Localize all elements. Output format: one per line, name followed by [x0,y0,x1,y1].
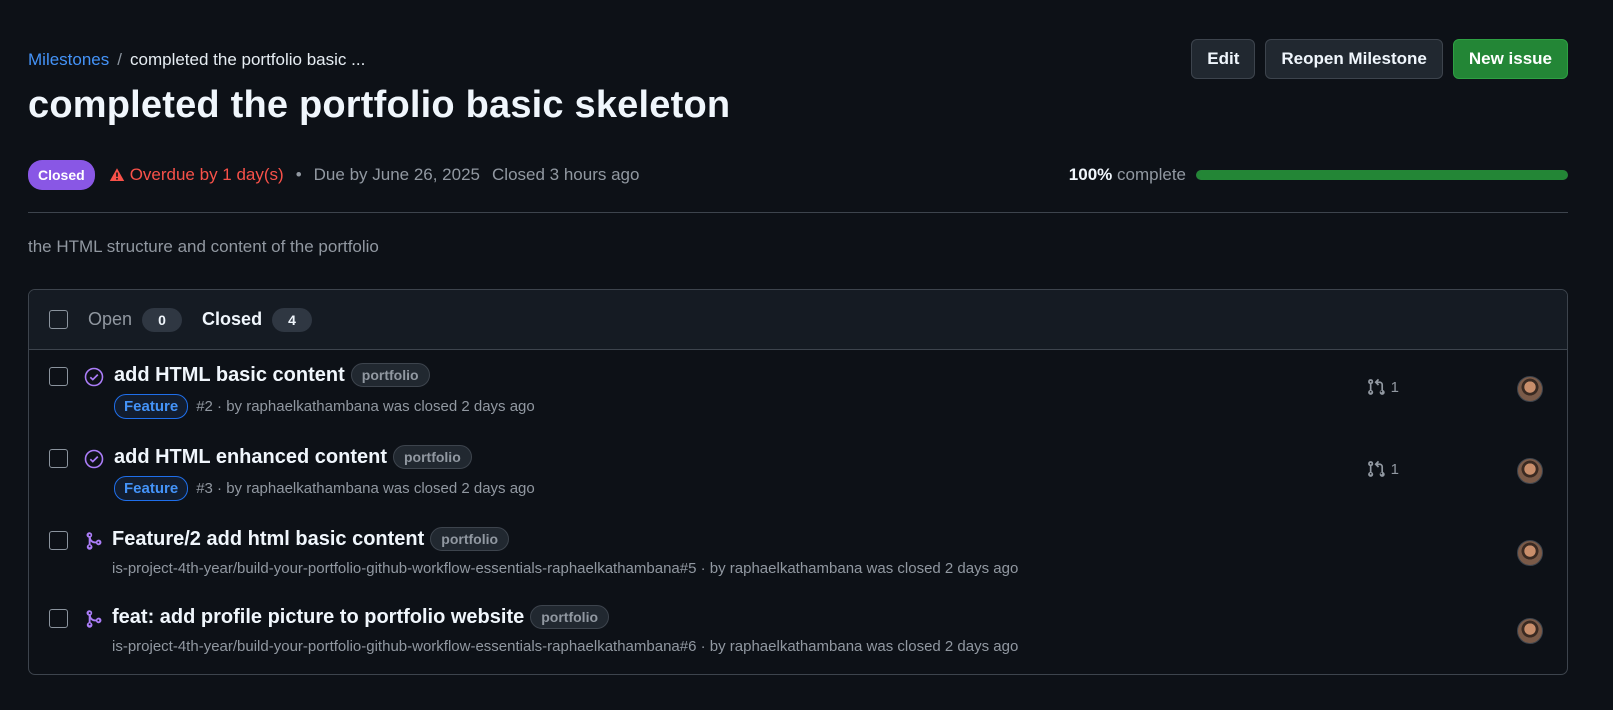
overdue-text: Overdue by 1 day(s) [129,165,284,184]
git-merge-icon [83,608,105,630]
label-portfolio[interactable]: portfolio [350,363,430,387]
breadcrumb-milestones-link[interactable]: Milestones [28,50,109,70]
progress-bar [1196,170,1568,180]
issue-title-link[interactable]: add HTML enhanced content [114,446,387,469]
git-pull-request-icon [1367,460,1385,477]
avatar[interactable] [1517,376,1543,402]
progress-percent: 100% [1068,165,1113,184]
pull-request-title-link[interactable]: feat: add profile picture to portfolio w… [112,606,524,629]
list-item: feat: add profile picture to portfolio w… [29,592,1567,670]
avatar[interactable] [1517,618,1543,644]
issue-type-tag[interactable]: Feature [114,394,189,419]
linked-pull-requests[interactable]: 1 [1367,378,1399,396]
status-badge: Closed [28,160,95,190]
tab-closed-count: 4 [272,307,313,332]
progress-suffix: complete [1117,165,1186,184]
closed-time: Closed 3 hours ago [492,165,640,184]
git-pull-request-icon [1367,378,1385,395]
header-actions: Edit Reopen Milestone New issue [1191,39,1568,79]
issue-list: Open 0 Closed 4 add HTML basic content p… [28,289,1568,675]
avatar[interactable] [1517,540,1543,566]
label-portfolio[interactable]: portfolio [430,527,510,551]
list-item: add HTML basic content portfolio Feature… [29,350,1567,432]
git-merge-icon [83,530,105,552]
select-all-checkbox[interactable] [49,310,68,329]
label-portfolio[interactable]: portfolio [392,445,472,469]
milestone-description: the HTML structure and content of the po… [28,237,379,256]
overdue-notice: Overdue by 1 day(s) [109,165,284,185]
issue-closed-icon [83,448,105,470]
row-checkbox[interactable] [49,609,68,628]
tab-open-count: 0 [142,307,183,332]
issue-list-header: Open 0 Closed 4 [29,290,1567,350]
label-portfolio[interactable]: portfolio [530,605,610,629]
due-date: Due by June 26, 2025 [313,165,481,184]
pull-request-meta: is-project-4th-year/build-your-portfolio… [112,560,1019,577]
issue-meta: #2 · by raphaelkathambana was closed 2 d… [196,398,535,415]
breadcrumb-separator: / [117,50,122,69]
issue-title-link[interactable]: add HTML basic content [114,364,345,387]
linked-pr-count: 1 [1390,460,1399,478]
issue-meta: #3 · by raphaelkathambana was closed 2 d… [196,480,535,497]
tab-closed[interactable]: Closed 4 [202,307,313,332]
tab-closed-label: Closed [202,309,263,329]
breadcrumb-current: completed the portfolio basic ... [130,50,366,69]
issue-type-tag[interactable]: Feature [114,476,189,501]
breadcrumb: Milestones / completed the portfolio bas… [28,50,365,70]
reopen-milestone-button[interactable]: Reopen Milestone [1265,39,1443,79]
issue-closed-icon [83,366,105,388]
milestone-meta: Closed Overdue by 1 day(s) • Due by June… [28,160,639,190]
divider [28,212,1568,213]
row-checkbox[interactable] [49,367,68,386]
tab-open[interactable]: Open 0 [88,307,183,332]
list-item: Feature/2 add html basic content portfol… [29,514,1567,592]
progress-summary: 100% complete [1069,160,1568,190]
pull-request-title-link[interactable]: Feature/2 add html basic content [112,528,424,551]
row-checkbox[interactable] [49,449,68,468]
row-checkbox[interactable] [49,531,68,550]
new-issue-button[interactable]: New issue [1452,39,1568,79]
alert-icon [109,168,124,181]
avatar[interactable] [1517,458,1543,484]
linked-pr-count: 1 [1390,378,1399,396]
list-item: add HTML enhanced content portfolio Feat… [29,432,1567,514]
page-title: completed the portfolio basic skeleton [28,84,731,126]
tab-open-label: Open [88,309,133,329]
linked-pull-requests[interactable]: 1 [1367,460,1399,478]
meta-bullet: • [295,165,302,184]
progress-bar-fill [1196,170,1568,180]
edit-button[interactable]: Edit [1191,39,1256,79]
pull-request-meta: is-project-4th-year/build-your-portfolio… [112,638,1019,655]
